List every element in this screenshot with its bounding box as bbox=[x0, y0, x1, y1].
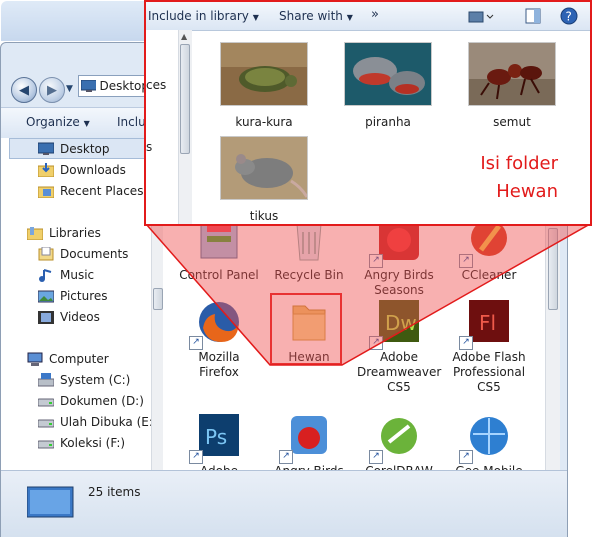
popup-nav-scroll-thumb[interactable] bbox=[180, 44, 190, 154]
share-label: Share with bbox=[279, 9, 343, 23]
popup-left-pane: ces s bbox=[146, 30, 178, 224]
popup-command-bar: Include in library ▼ Share with ▼ » ? bbox=[146, 2, 590, 31]
file-label: semut bbox=[493, 115, 531, 129]
include-in-library-button[interactable]: Include in library ▼ bbox=[148, 9, 259, 23]
include-label: Include in library bbox=[148, 9, 249, 23]
zoom-callout-wedge bbox=[144, 223, 592, 366]
view-options-button[interactable] bbox=[468, 10, 494, 24]
caption-line-2: Hewan bbox=[496, 181, 558, 202]
file-label: tikus bbox=[249, 209, 279, 223]
file-tikus[interactable]: tikus bbox=[218, 136, 310, 223]
ant-photo-thumbnail bbox=[468, 42, 557, 107]
turtle-photo-thumbnail bbox=[220, 42, 309, 107]
file-semut[interactable]: semut bbox=[466, 42, 558, 129]
more-commands-button[interactable]: » bbox=[371, 7, 379, 22]
hewan-folder-popup: Include in library ▼ Share with ▼ » ? ce… bbox=[144, 0, 592, 226]
preview-pane-button[interactable] bbox=[525, 8, 541, 24]
scroll-up-arrow-icon[interactable]: ▲ bbox=[181, 32, 187, 41]
caption-line-1: Isi folder bbox=[480, 153, 558, 174]
rat-photo-thumbnail bbox=[220, 136, 309, 201]
folder-caption: Isi folder Hewan bbox=[446, 150, 558, 206]
views-icon bbox=[468, 11, 484, 23]
svg-text:?: ? bbox=[566, 10, 572, 24]
share-with-button[interactable]: Share with ▼ bbox=[279, 9, 353, 23]
file-label: piranha bbox=[365, 115, 411, 129]
cropped-nav-text: ces bbox=[146, 78, 167, 92]
file-piranha[interactable]: piranha bbox=[342, 42, 434, 129]
chevron-down-icon: ▼ bbox=[252, 13, 259, 22]
file-label: kura-kura bbox=[235, 115, 293, 129]
popup-nav-scrollbar[interactable]: ▲ bbox=[178, 30, 192, 224]
cropped-nav-text: s bbox=[146, 140, 153, 154]
file-kura-kura[interactable]: kura-kura bbox=[218, 42, 310, 129]
chevron-down-icon: ▼ bbox=[346, 13, 353, 22]
help-button[interactable]: ? bbox=[560, 7, 578, 25]
piranha-photo-thumbnail bbox=[344, 42, 433, 107]
